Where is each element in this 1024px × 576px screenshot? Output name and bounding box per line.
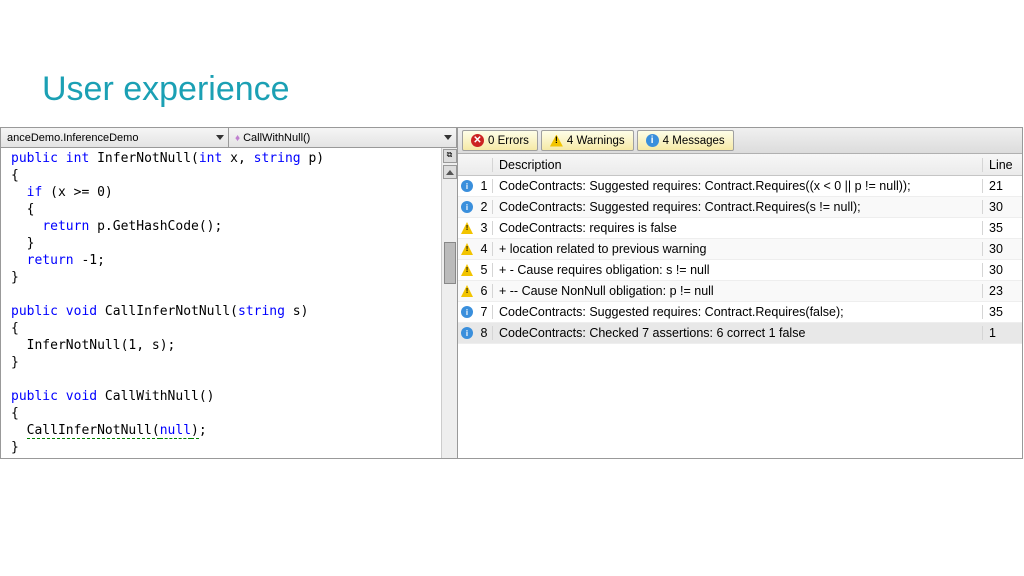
split-button[interactable]: ⧉ [443,149,457,163]
warnings-tab-label: 4 Warnings [567,135,625,147]
col-line[interactable]: Line [982,158,1022,172]
row-line: 30 [982,242,1022,256]
row-number: 2 [476,200,492,214]
row-line: 21 [982,179,1022,193]
slide-title: User experience [0,0,1024,127]
row-line: 23 [982,284,1022,298]
row-number: 5 [476,263,492,277]
info-icon: i [461,180,473,192]
row-number: 6 [476,284,492,298]
row-number: 1 [476,179,492,193]
code-nav-bar: anceDemo.InferenceDemo CallWithNull() [1,128,457,148]
nav-member-dropdown[interactable]: CallWithNull() [229,128,457,147]
info-icon: i [461,201,473,213]
info-icon: i [646,134,659,147]
row-description: CodeContracts: Suggested requires: Contr… [492,305,982,319]
col-description[interactable]: Description [492,158,982,172]
warn-icon: ! [461,222,473,234]
row-line: 30 [982,263,1022,277]
warn-icon: ! [461,243,473,255]
row-number: 7 [476,305,492,319]
chevron-down-icon [444,135,452,140]
row-line: 35 [982,221,1022,235]
scroll-track[interactable] [443,182,457,458]
error-list-panel: ✕ 0 Errors 4 Warnings i 4 Messages Descr… [457,127,1023,459]
error-row[interactable]: i8CodeContracts: Checked 7 assertions: 6… [458,323,1022,344]
scroll-up-button[interactable] [443,165,457,179]
scroll-thumb[interactable] [444,242,456,284]
messages-tab-label: 4 Messages [663,135,725,147]
error-list-table: Description Line i1CodeContracts: Sugges… [458,154,1022,344]
error-row[interactable]: !6 + -- Cause NonNull obligation: p != n… [458,281,1022,302]
row-line: 1 [982,326,1022,340]
error-row[interactable]: !4 + location related to previous warnin… [458,239,1022,260]
vertical-scrollbar[interactable]: ⧉ [441,148,457,458]
warn-icon: ! [461,285,473,297]
row-description: + - Cause requires obligation: s != null [492,263,982,277]
warn-icon: ! [461,264,473,276]
warning-icon [550,135,563,147]
row-line: 35 [982,305,1022,319]
row-number: 3 [476,221,492,235]
row-description: + location related to previous warning [492,242,982,256]
nav-member-label: CallWithNull() [235,132,310,144]
row-description: + -- Cause NonNull obligation: p != null [492,284,982,298]
panels: anceDemo.InferenceDemo CallWithNull() pu… [0,127,1024,459]
code-text-area[interactable]: public int InferNotNull(int x, string p)… [1,148,441,458]
error-row[interactable]: !5 + - Cause requires obligation: s != n… [458,260,1022,281]
error-filter-tabs: ✕ 0 Errors 4 Warnings i 4 Messages [458,128,1022,154]
error-row[interactable]: !3CodeContracts: requires is false35 [458,218,1022,239]
error-row[interactable]: i7CodeContracts: Suggested requires: Con… [458,302,1022,323]
error-icon: ✕ [471,134,484,147]
error-row[interactable]: i2CodeContracts: Suggested requires: Con… [458,197,1022,218]
chevron-down-icon [216,135,224,140]
row-line: 30 [982,200,1022,214]
messages-tab[interactable]: i 4 Messages [637,130,734,151]
error-row[interactable]: i1CodeContracts: Suggested requires: Con… [458,176,1022,197]
warnings-tab[interactable]: 4 Warnings [541,130,634,151]
code-body: public int InferNotNull(int x, string p)… [1,148,457,458]
row-description: CodeContracts: Suggested requires: Contr… [492,179,982,193]
errors-tab[interactable]: ✕ 0 Errors [462,130,538,151]
row-number: 8 [476,326,492,340]
code-editor-panel: anceDemo.InferenceDemo CallWithNull() pu… [0,127,458,459]
info-icon: i [461,327,473,339]
nav-scope-label: anceDemo.InferenceDemo [7,132,138,144]
info-icon: i [461,306,473,318]
row-number: 4 [476,242,492,256]
row-description: CodeContracts: Checked 7 assertions: 6 c… [492,326,982,340]
nav-scope-dropdown[interactable]: anceDemo.InferenceDemo [1,128,229,147]
error-list-header[interactable]: Description Line [458,154,1022,176]
row-description: CodeContracts: requires is false [492,221,982,235]
row-description: CodeContracts: Suggested requires: Contr… [492,200,982,214]
errors-tab-label: 0 Errors [488,135,529,147]
